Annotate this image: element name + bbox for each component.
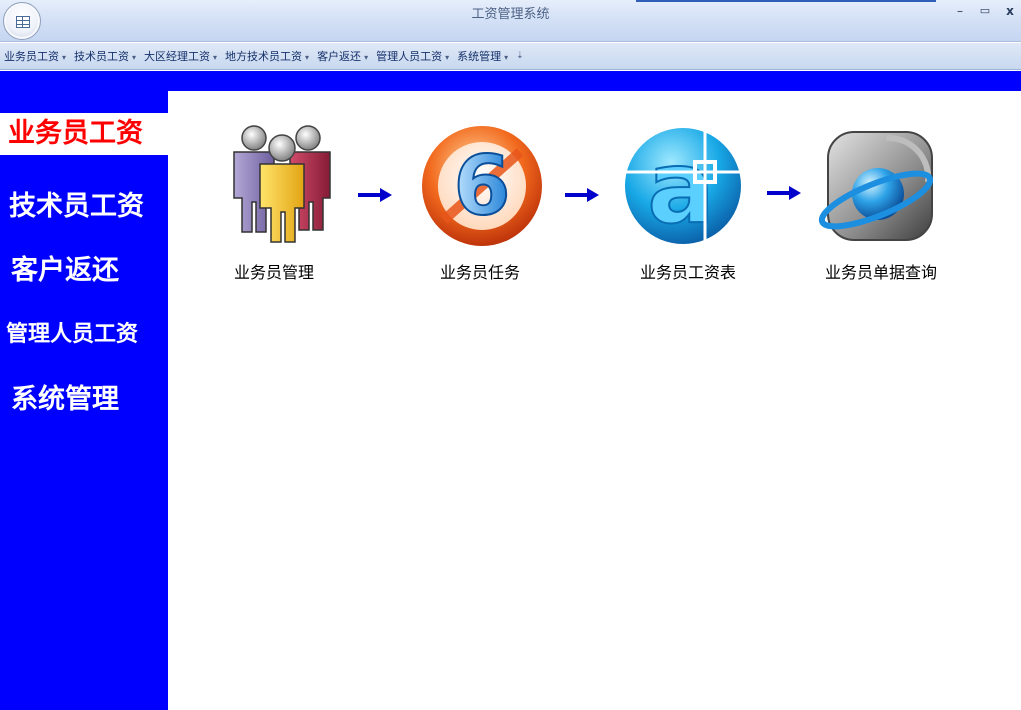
chevron-down-icon: ▾ [445, 53, 450, 62]
flow-label-salesman-management[interactable]: 业务员管理 [222, 259, 326, 283]
menu-customer-rebate[interactable]: 客户返还 ▾ [317, 48, 368, 64]
chevron-down-icon: ▾ [213, 53, 218, 62]
sidebar: 业务员工资 技术员工资 客户返还 管理人员工资 系统管理 [0, 71, 168, 710]
svg-text:6: 6 [453, 139, 510, 234]
menu-label: 地方技术员工资 [225, 50, 303, 63]
menu-label: 业务员工资 [4, 50, 59, 63]
menu-salesman-salary[interactable]: 业务员工资 ▾ [4, 48, 66, 64]
chevron-down-icon: ▾ [305, 53, 310, 62]
flow-label-salesman-payroll[interactable]: 业务员工资表 [630, 259, 746, 283]
close-button[interactable]: x [1000, 3, 1020, 19]
sidebar-item-technician-salary[interactable]: 技术员工资 [0, 187, 168, 227]
arrow-right-icon [565, 188, 599, 202]
menu-management-salary[interactable]: 管理人员工资 ▾ [376, 48, 449, 64]
menu-overflow-button[interactable]: ⇣ [516, 51, 524, 61]
title-bar: 工资管理系统 – ▭ x [0, 0, 1021, 42]
sidebar-item-customer-rebate[interactable]: 客户返还 [0, 252, 168, 290]
window-title: 工资管理系统 [471, 7, 550, 22]
maximize-button[interactable]: ▭ [975, 3, 995, 19]
menu-label: 大区经理工资 [144, 50, 211, 63]
menu-technician-salary[interactable]: 技术员工资 ▾ [74, 48, 136, 64]
flow-label-salesman-task[interactable]: 业务员任务 [430, 259, 530, 283]
at-sign-crosshair-icon[interactable]: a [621, 124, 745, 248]
number-six-icon[interactable]: 6 [420, 124, 544, 248]
content-header-strip [168, 71, 1021, 91]
menu-regional-manager-salary[interactable]: 大区经理工资 ▾ [144, 48, 217, 64]
chevron-down-icon: ▾ [132, 53, 137, 62]
sidebar-item-salesman-salary[interactable]: 业务员工资 [0, 113, 168, 155]
menu-local-technician-salary[interactable]: 地方技术员工资 ▾ [225, 48, 309, 64]
users-group-icon[interactable] [222, 120, 346, 244]
title-accent-line [636, 0, 936, 2]
menu-label: 系统管理 [457, 50, 502, 63]
arrow-right-icon [358, 188, 392, 202]
arrow-right-icon [767, 186, 801, 200]
menu-label: 技术员工资 [74, 50, 130, 63]
chevron-down-icon: ▾ [62, 53, 67, 62]
minimize-button[interactable]: – [950, 3, 970, 19]
globe-orbit-icon[interactable] [816, 124, 940, 248]
app-window: 工资管理系统 – ▭ x 业务员工资 ▾ 技术员工资 ▾ 大区经理工资 ▾ 地方技术员… [0, 0, 1021, 710]
menu-system-management[interactable]: 系统管理 ▾ [457, 48, 508, 64]
menu-label: 客户返还 [317, 50, 362, 63]
flow-label-salesman-document-query[interactable]: 业务员单据查询 [814, 259, 948, 283]
chevron-down-icon: ▾ [504, 53, 509, 62]
chevron-down-icon: ▾ [364, 53, 369, 62]
sidebar-item-management-salary[interactable]: 管理人员工资 [0, 318, 168, 350]
sidebar-item-system-management[interactable]: 系统管理 [0, 381, 168, 419]
menu-label: 管理人员工资 [376, 50, 443, 63]
menu-bar: 业务员工资 ▾ 技术员工资 ▾ 大区经理工资 ▾ 地方技术员工资 ▾ 客户返还 ▾ 管理人… [0, 43, 1021, 70]
